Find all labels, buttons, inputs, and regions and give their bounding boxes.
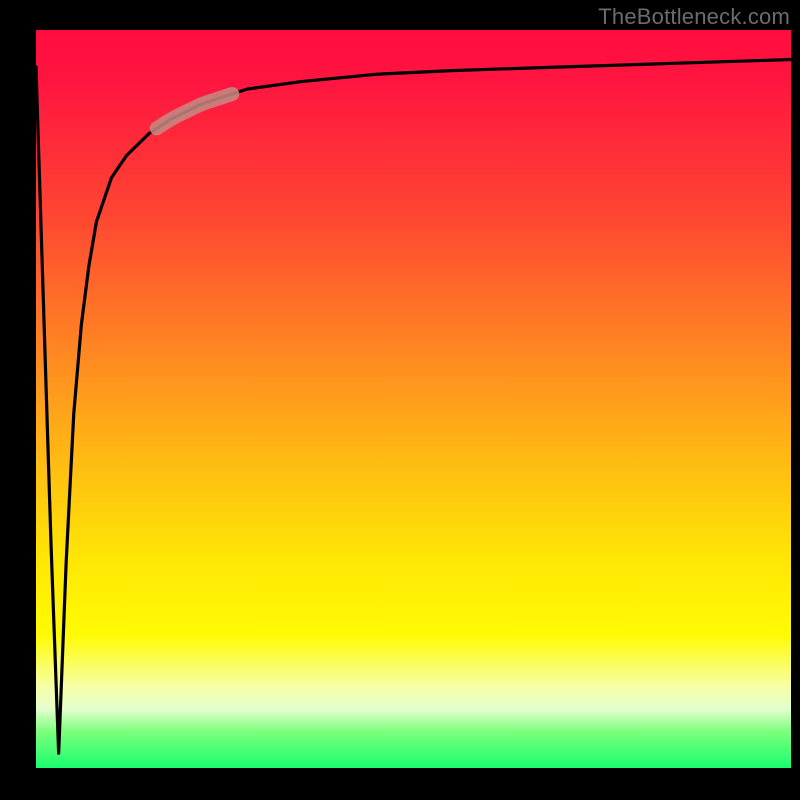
chart-frame: TheBottleneck.com [0, 0, 800, 800]
watermark-text: TheBottleneck.com [598, 4, 790, 30]
plot-area [36, 30, 791, 768]
bottleneck-curve [36, 30, 791, 768]
